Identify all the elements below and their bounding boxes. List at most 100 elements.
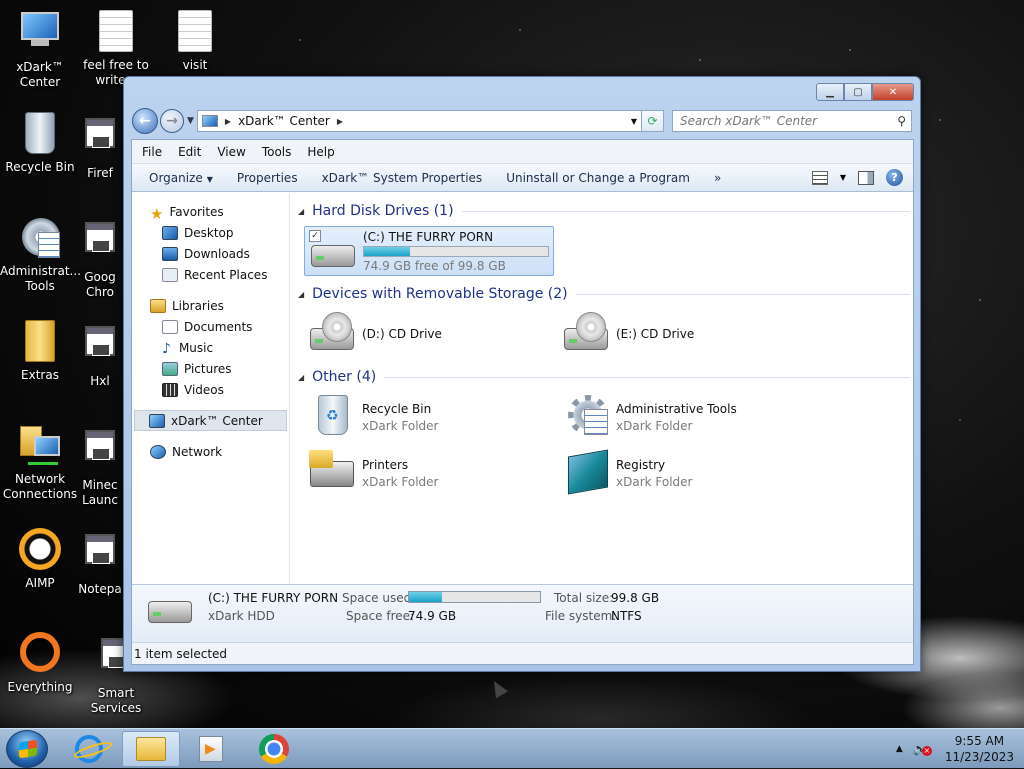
- collapse-icon[interactable]: ◢: [298, 207, 304, 216]
- menu-file[interactable]: File: [134, 145, 170, 159]
- desktop-icon-visit[interactable]: visit: [155, 10, 235, 73]
- refresh-button[interactable]: ⟳: [642, 110, 664, 132]
- folder-icon: [18, 320, 62, 364]
- libraries-icon: [150, 298, 166, 313]
- group-header-hard-disk-drives[interactable]: ◢ Hard Disk Drives (1): [298, 203, 910, 219]
- nav-network[interactable]: Network: [132, 441, 289, 462]
- forward-button[interactable]: →: [160, 109, 184, 133]
- menu-help[interactable]: Help: [299, 145, 342, 159]
- printers-tile[interactable]: Printers xDark Folder: [304, 448, 554, 498]
- desktop-icon-chrome[interactable]: Goog Chro: [76, 216, 124, 300]
- menu-view[interactable]: View: [209, 145, 253, 159]
- menu-edit[interactable]: Edit: [170, 145, 209, 159]
- nav-videos[interactable]: Videos: [132, 379, 289, 400]
- organize-button[interactable]: Organize ▼: [140, 171, 228, 185]
- collapse-icon[interactable]: ◢: [298, 290, 304, 299]
- preview-pane-icon[interactable]: [858, 170, 874, 185]
- desktop-icon-notepad[interactable]: Notepa: [76, 528, 124, 597]
- desktop-icon-label: Smart Services: [90, 686, 142, 715]
- nav-pictures[interactable]: Pictures: [132, 358, 289, 379]
- status-text: 1 item selected: [134, 646, 228, 661]
- desktop-icon-label: Notepa: [78, 582, 122, 596]
- total-size-value: 99.8 GB: [611, 591, 660, 605]
- videos-icon: [162, 382, 178, 397]
- nav-music[interactable]: ♪ Music: [132, 337, 289, 358]
- nav-recent-places[interactable]: Recent Places: [132, 264, 289, 285]
- drive-c-tile[interactable]: ✓ (C:) THE FURRY PORN 74.9 GB free of 99…: [304, 226, 554, 276]
- system-properties-button[interactable]: xDark™ System Properties: [313, 171, 498, 185]
- application-icon: [78, 222, 122, 266]
- nav-desktop[interactable]: Desktop: [132, 222, 289, 243]
- printers-name: Printers: [362, 457, 409, 472]
- details-pane: (C:) THE FURRY PORN xDark HDD Space used…: [132, 584, 913, 642]
- desktop-icon-aimp[interactable]: AIMP: [0, 528, 80, 591]
- recycle-bin-tile[interactable]: Recycle Bin xDark Folder: [304, 392, 554, 442]
- drive-c-usage-bar: [363, 245, 549, 257]
- menu-tools[interactable]: Tools: [254, 145, 300, 159]
- clock[interactable]: 9:55 AM 11/23/2023: [945, 733, 1014, 765]
- clock-time: 9:55 AM: [954, 734, 1005, 748]
- collapse-icon[interactable]: ◢: [298, 373, 304, 382]
- change-view-icon[interactable]: [811, 170, 828, 185]
- taskbar-file-explorer[interactable]: [122, 731, 180, 767]
- desktop-icon-hxl[interactable]: Hxl: [76, 320, 124, 389]
- address-bar[interactable]: ▶ xDark™ Center ▶ ▼: [196, 110, 642, 132]
- properties-button[interactable]: Properties: [228, 171, 313, 185]
- show-hidden-icons-button[interactable]: ▲: [896, 744, 903, 754]
- recent-pages-dropdown[interactable]: ▼: [187, 116, 194, 126]
- breadcrumb-xdark-center[interactable]: xDark™ Center: [238, 114, 330, 128]
- minimize-button[interactable]: ▁: [816, 83, 844, 101]
- taskbar-media-player[interactable]: [182, 731, 240, 767]
- admin-tools-name: Administrative Tools: [616, 401, 737, 416]
- start-button[interactable]: [6, 730, 48, 768]
- nav-favorites[interactable]: ★ Favorites: [132, 201, 289, 223]
- system-tray: ▲ 9:55 AM 11/23/2023: [896, 729, 1014, 769]
- help-icon[interactable]: ?: [886, 169, 903, 186]
- drive-d-tile[interactable]: (D:) CD Drive: [304, 309, 554, 359]
- hard-drive-icon: [148, 601, 192, 625]
- desktop-icon-firefox[interactable]: Firef: [76, 112, 124, 181]
- nav-xdark-center[interactable]: xDark™ Center: [134, 410, 287, 431]
- desktop-icon-everything[interactable]: Everything: [0, 632, 80, 695]
- uninstall-program-button[interactable]: Uninstall or Change a Program: [497, 171, 705, 185]
- address-dropdown-icon[interactable]: ▼: [631, 117, 637, 126]
- navigation-pane: ★ Favorites Desktop Downloads Recent Pla…: [132, 193, 290, 584]
- view-dropdown-icon[interactable]: ▼: [840, 173, 846, 182]
- more-commands-button[interactable]: »: [705, 171, 736, 185]
- taskbar-internet-explorer[interactable]: [60, 731, 118, 767]
- items-view: ◢ Hard Disk Drives (1) ✓ (C:) THE FURRY …: [290, 193, 913, 584]
- drive-d-name: (D:) CD Drive: [362, 327, 442, 341]
- desktop-icon-label: AIMP: [25, 576, 55, 590]
- nav-documents[interactable]: Documents: [132, 316, 289, 337]
- taskbar-chrome[interactable]: [245, 731, 303, 767]
- desktop-icon-minecraft-launcher[interactable]: Minec Launc: [76, 424, 124, 508]
- maximize-button[interactable]: ▢: [844, 83, 872, 101]
- desktop-icon-recycle-bin[interactable]: Recycle Bin: [0, 112, 80, 175]
- admin-tools-tile[interactable]: Administrative Tools xDark Folder: [558, 392, 808, 442]
- back-button[interactable]: ←: [132, 108, 158, 134]
- internet-explorer-icon: [75, 735, 103, 763]
- desktop-icon-network-connections[interactable]: Network Connections: [0, 424, 80, 502]
- document-icon: [173, 10, 217, 54]
- details-name: (C:) THE FURRY PORN: [208, 591, 339, 605]
- breadcrumb-separator-icon[interactable]: ▶: [337, 117, 343, 126]
- nav-downloads[interactable]: Downloads: [132, 243, 289, 264]
- close-button[interactable]: ✕: [872, 83, 914, 101]
- star-icon: ★: [150, 204, 164, 223]
- drive-e-tile[interactable]: (E:) CD Drive: [558, 309, 808, 359]
- group-header-removable-storage[interactable]: ◢ Devices with Removable Storage (2): [298, 286, 910, 302]
- desktop-icon-admin-tools[interactable]: Administrat... Tools: [0, 216, 81, 294]
- search-input[interactable]: Search xDark™ Center ⚲: [672, 110, 912, 132]
- desktop-icon-xdark-center[interactable]: xDark™ Center: [0, 10, 80, 90]
- total-size-label: Total size:: [554, 591, 614, 605]
- volume-muted-icon[interactable]: [913, 742, 932, 756]
- nav-libraries[interactable]: Libraries: [132, 295, 289, 316]
- explorer-window[interactable]: ▁ ▢ ✕ ← → ▼ ▶ xDark™ Center ▶ ▼ ⟳ Search…: [123, 76, 921, 672]
- registry-tile[interactable]: Registry xDark Folder: [558, 448, 808, 498]
- search-icon[interactable]: ⚲: [897, 114, 906, 128]
- breadcrumb-separator-icon[interactable]: ▶: [225, 117, 231, 126]
- taskbar: ▲ 9:55 AM 11/23/2023: [0, 728, 1024, 768]
- space-free-value: 74.9 GB: [408, 609, 457, 623]
- group-header-other[interactable]: ◢ Other (4): [298, 369, 910, 385]
- desktop-icon-extras[interactable]: Extras: [0, 320, 80, 383]
